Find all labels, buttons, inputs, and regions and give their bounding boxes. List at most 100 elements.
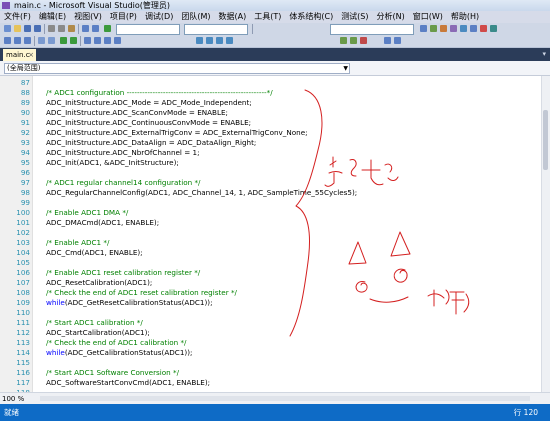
code-line[interactable]: 107 ADC_ResetCalibration(ADC1); xyxy=(0,278,520,288)
toggle-bookmark-icon[interactable] xyxy=(84,37,91,44)
code-line[interactable]: 115 xyxy=(0,358,520,368)
code-line[interactable]: 112 ADC_StartCalibration(ADC1); xyxy=(0,328,520,338)
toolbox-icon[interactable] xyxy=(450,25,457,32)
redo-icon[interactable] xyxy=(92,25,99,32)
error-list-icon[interactable] xyxy=(480,25,487,32)
new-project-icon[interactable] xyxy=(4,25,11,32)
properties-icon[interactable] xyxy=(440,25,447,32)
word-wrap-icon[interactable] xyxy=(394,37,401,44)
line-number: 114 xyxy=(16,348,30,357)
menu-analyze[interactable]: 分析(N) xyxy=(373,11,409,23)
cancel-build-icon[interactable] xyxy=(360,37,367,44)
solution-platform-combo[interactable] xyxy=(184,24,248,35)
code-line[interactable]: 104 ADC_Cmd(ADC1, ENABLE); xyxy=(0,248,520,258)
code-text: /* ADC1 configuration ------------------… xyxy=(46,88,273,97)
code-line[interactable]: 113 /* Check the end of ADC1 calibration … xyxy=(0,338,520,348)
parameter-info-icon[interactable] xyxy=(14,37,21,44)
menu-tools[interactable]: 工具(T) xyxy=(250,11,285,23)
save-icon[interactable] xyxy=(24,25,31,32)
code-line[interactable]: 103 /* Enable ADC1 */ xyxy=(0,238,520,248)
find-in-files-icon[interactable] xyxy=(420,25,427,32)
code-editor[interactable]: 87 88 /* ADC1 configuration --------------… xyxy=(0,76,550,392)
class-view-icon[interactable] xyxy=(460,25,467,32)
code-line[interactable]: 98 ADC_RegularChannelConfig(ADC1, ADC_Cha… xyxy=(0,188,520,198)
code-line[interactable]: 111 /* Start ADC1 calibration */ xyxy=(0,318,520,328)
decrease-indent-icon[interactable] xyxy=(38,37,45,44)
step-over-icon[interactable] xyxy=(216,37,223,44)
code-line[interactable]: 114 while(ADC_GetCalibrationStatus(ADC1))… xyxy=(0,348,520,358)
menu-test[interactable]: 测试(S) xyxy=(337,11,372,23)
code-line[interactable]: 116 /* Start ADC1 Software Conversion */ xyxy=(0,368,520,378)
menu-window[interactable]: 窗口(W) xyxy=(409,11,447,23)
build-icon[interactable] xyxy=(340,37,347,44)
zoom-level[interactable]: 100 % xyxy=(2,394,24,404)
list-members-icon[interactable] xyxy=(4,37,11,44)
start-page-icon[interactable] xyxy=(490,25,497,32)
code-line[interactable]: 93 ADC_InitStructure.ADC_DataAlign = ADC_… xyxy=(0,138,520,148)
scope-dropdown[interactable]: (全局范围) ▼ xyxy=(4,63,350,74)
code-line[interactable]: 90 ADC_InitStructure.ADC_ScanConvMode = E… xyxy=(0,108,520,118)
code-line[interactable]: 97 /* ADC1 regular channel14 configuratio… xyxy=(0,178,520,188)
menu-data[interactable]: 数据(A) xyxy=(215,11,251,23)
step-out-icon[interactable] xyxy=(226,37,233,44)
tab-list-dropdown-icon[interactable]: ▾ xyxy=(542,50,546,58)
clear-bookmarks-icon[interactable] xyxy=(114,37,121,44)
code-line[interactable]: 89 ADC_InitStructure.ADC_Mode = ADC_Mode_… xyxy=(0,98,520,108)
rebuild-icon[interactable] xyxy=(350,37,357,44)
tab-main-c[interactable]: main.c × xyxy=(3,49,36,61)
code-text: /* Check the end of ADC1 calibration */ xyxy=(46,338,187,347)
save-all-icon[interactable] xyxy=(34,25,41,32)
code-line[interactable]: 92 ADC_InitStructure.ADC_ExternalTrigConv… xyxy=(0,128,520,138)
menu-team[interactable]: 团队(M) xyxy=(177,11,214,23)
start-debugging-icon[interactable] xyxy=(104,25,111,32)
comment-out-icon[interactable] xyxy=(60,37,67,44)
code-line[interactable]: 105 xyxy=(0,258,520,268)
menu-edit[interactable]: 编辑(E) xyxy=(35,11,70,23)
open-file-icon[interactable] xyxy=(14,25,21,32)
step-into-icon[interactable] xyxy=(206,37,213,44)
next-bookmark-icon[interactable] xyxy=(104,37,111,44)
find-combo[interactable] xyxy=(330,24,414,35)
code-line[interactable]: 110 xyxy=(0,308,520,318)
solution-configuration-combo[interactable] xyxy=(116,24,180,35)
code-text: /* Enable ADC1 reset calibration registe… xyxy=(46,268,201,277)
menu-project[interactable]: 项目(P) xyxy=(106,11,141,23)
menu-file[interactable]: 文件(F) xyxy=(0,11,35,23)
previous-bookmark-icon[interactable] xyxy=(94,37,101,44)
undo-icon[interactable] xyxy=(82,25,89,32)
code-line[interactable]: 99 xyxy=(0,198,520,208)
menu-help[interactable]: 帮助(H) xyxy=(447,11,483,23)
code-line[interactable]: 91 ADC_InitStructure.ADC_ContinuousConvMo… xyxy=(0,118,520,128)
paste-icon[interactable] xyxy=(68,25,75,32)
vertical-scrollbar[interactable] xyxy=(541,76,550,392)
menu-debug[interactable]: 调试(D) xyxy=(141,11,177,23)
code-line[interactable]: 109 while(ADC_GetResetCalibrationStatus(A… xyxy=(0,298,520,308)
code-line[interactable]: 102 xyxy=(0,228,520,238)
code-line[interactable]: 95 ADC_Init(ADC1, &ADC_InitStructure); xyxy=(0,158,520,168)
horizontal-scrollbar[interactable] xyxy=(40,396,530,401)
code-line[interactable]: 94 ADC_InitStructure.ADC_NbrOfChannel = 1… xyxy=(0,148,520,158)
scrollbar-thumb[interactable] xyxy=(543,110,548,170)
debug-location-icon[interactable] xyxy=(196,37,203,44)
code-line[interactable]: 108 /* Check the end of ADC1 reset calibr… xyxy=(0,288,520,298)
format-document-icon[interactable] xyxy=(384,37,391,44)
quick-info-icon[interactable] xyxy=(24,37,31,44)
code-line[interactable]: 87 xyxy=(0,78,520,88)
cut-icon[interactable] xyxy=(48,25,55,32)
window-title: main.c - Microsoft Visual Studio(管理员) xyxy=(14,1,170,10)
copy-icon[interactable] xyxy=(58,25,65,32)
code-line[interactable]: 96 xyxy=(0,168,520,178)
code-line[interactable]: 100 /* Enable ADC1 DMA */ xyxy=(0,208,520,218)
solution-explorer-icon[interactable] xyxy=(430,25,437,32)
output-window-icon[interactable] xyxy=(470,25,477,32)
code-line[interactable]: 117 ADC_SoftwareStartConvCmd(ADC1, ENABLE… xyxy=(0,378,520,388)
menu-view[interactable]: 视图(V) xyxy=(70,11,106,23)
menu-architecture[interactable]: 体系结构(C) xyxy=(285,11,337,23)
code-line[interactable]: 88 /* ADC1 configuration ----------------… xyxy=(0,88,520,98)
uncomment-icon[interactable] xyxy=(70,37,77,44)
close-tab-icon[interactable]: × xyxy=(28,49,34,61)
code-line[interactable]: 106 /* Enable ADC1 reset calibration regi… xyxy=(0,268,520,278)
code-line[interactable]: 101 ADC_DMACmd(ADC1, ENABLE); xyxy=(0,218,520,228)
increase-indent-icon[interactable] xyxy=(48,37,55,44)
line-number: 116 xyxy=(16,368,30,377)
